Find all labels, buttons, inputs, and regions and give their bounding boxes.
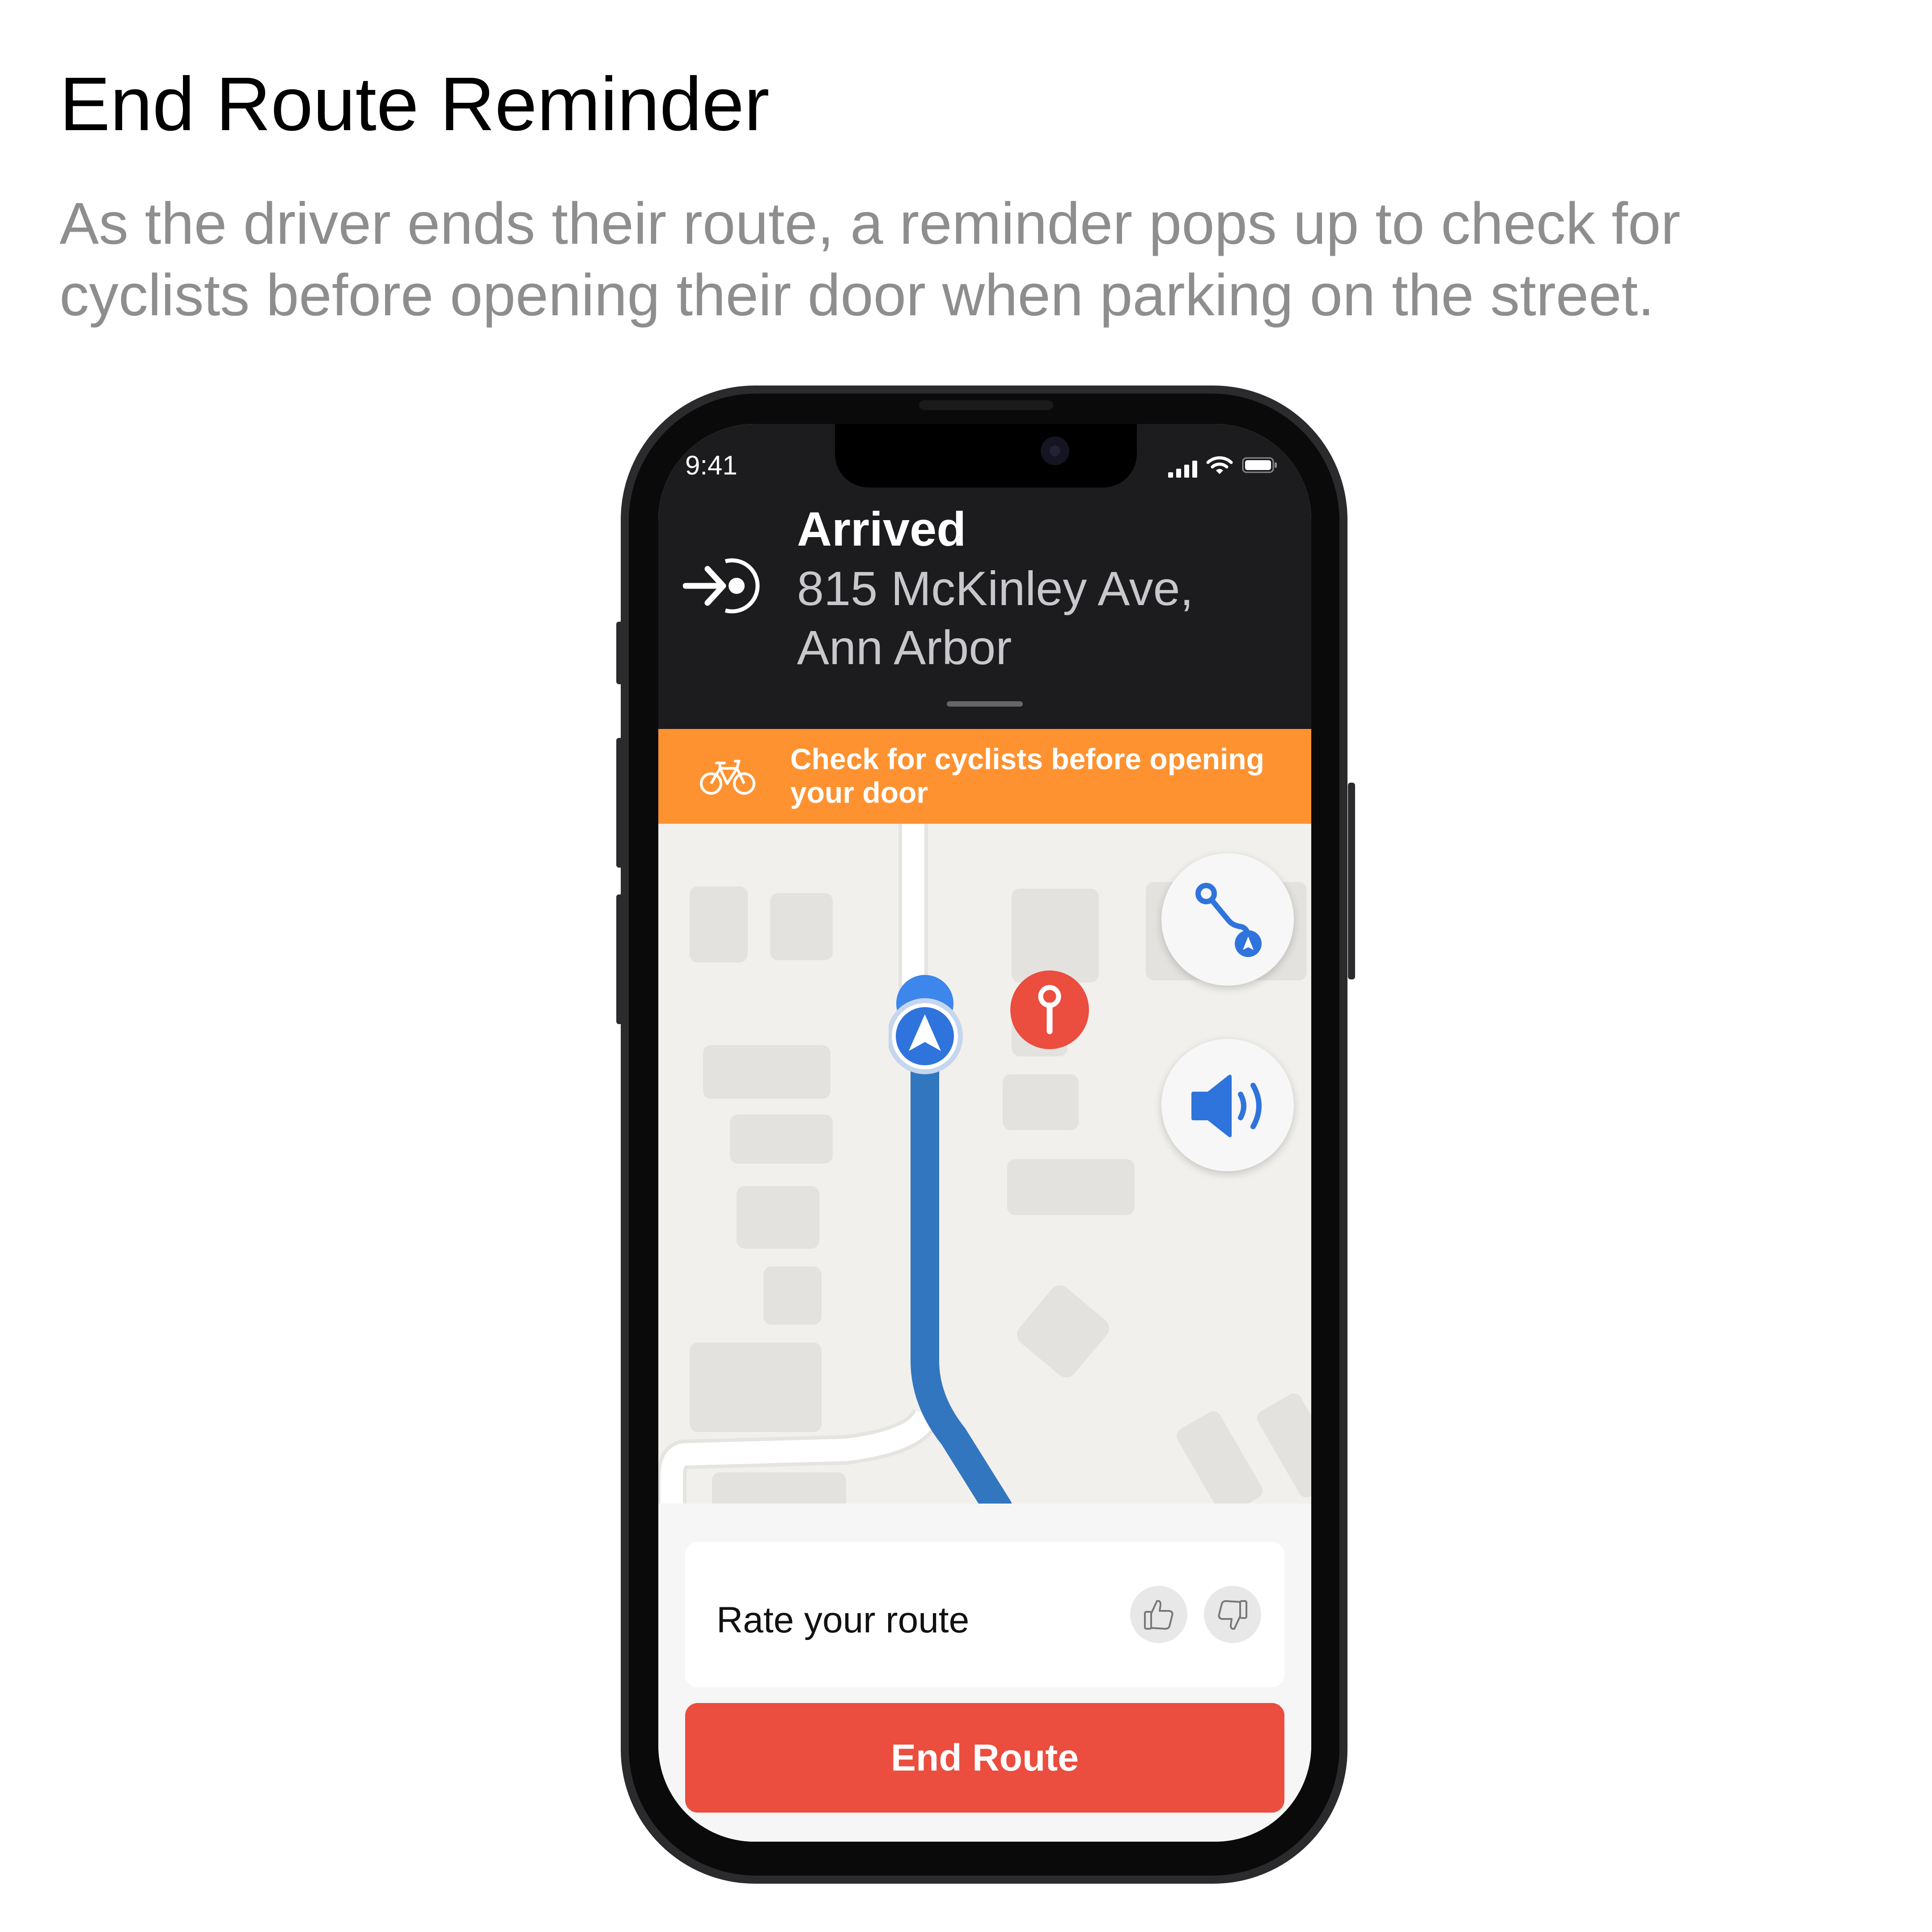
thumbs-down-icon xyxy=(1218,1600,1247,1630)
front-camera xyxy=(1041,436,1069,465)
route-overview-button[interactable] xyxy=(1161,853,1294,986)
page-title: End Route Reminder xyxy=(59,62,770,147)
mute-switch xyxy=(616,622,623,684)
arrival-status: Arrived xyxy=(797,502,966,556)
current-location-icon xyxy=(889,975,963,1074)
rate-route-label: Rate your route xyxy=(716,1600,970,1640)
bicycle-icon xyxy=(700,760,755,795)
end-route-label: End Route xyxy=(891,1737,1079,1779)
sound-toggle-button[interactable] xyxy=(1161,1039,1294,1171)
notch xyxy=(835,424,1137,487)
end-route-button[interactable]: End Route xyxy=(685,1703,1284,1813)
power-button xyxy=(1348,783,1355,979)
thumbs-up-icon xyxy=(1144,1600,1174,1630)
sound-on-icon xyxy=(1191,1075,1262,1137)
volume-up-button xyxy=(616,738,623,868)
arrive-destination-icon xyxy=(683,558,760,614)
thumbs-up-button[interactable] xyxy=(1130,1586,1187,1643)
status-time: 9:41 xyxy=(685,450,737,480)
battery-icon xyxy=(1242,457,1277,473)
destination-pin-icon xyxy=(1010,970,1089,1049)
cellular-signal-icon xyxy=(1168,461,1197,478)
wifi-icon xyxy=(1206,456,1233,474)
destination-address: 815 McKinley Ave, Ann Arbor xyxy=(797,561,1194,674)
volume-down-button xyxy=(616,894,623,1024)
page-description: As the driver ends their route, a remind… xyxy=(59,191,1681,328)
route-overview-icon xyxy=(1195,883,1262,957)
phone-screen: 9:41 Arrived 815 McKinley Ave, Ann Arbor… xyxy=(658,424,1311,1842)
thumbs-down-button[interactable] xyxy=(1204,1586,1261,1643)
earpiece-speaker xyxy=(919,400,1053,410)
cyclist-reminder-text: Check for cyclists before opening your d… xyxy=(790,742,1264,809)
header-drag-handle[interactable] xyxy=(947,701,1023,707)
